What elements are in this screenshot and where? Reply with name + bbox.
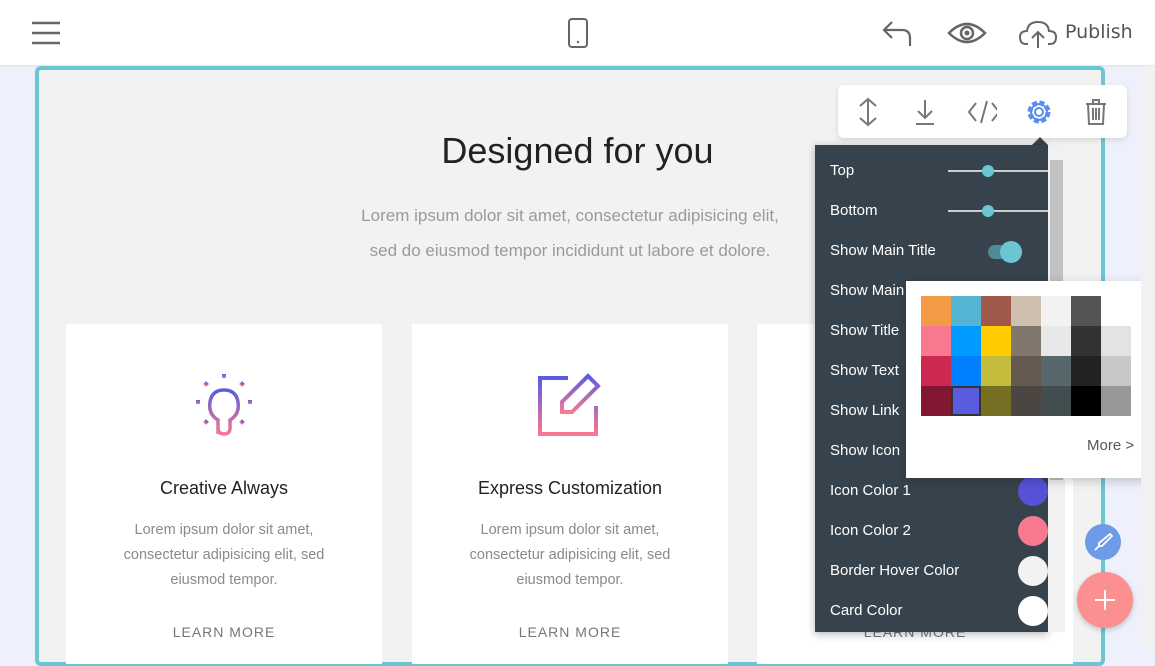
bottom-padding-slider[interactable] [948,205,1048,217]
color-swatch[interactable] [1041,326,1071,356]
color-swatch[interactable] [1101,386,1131,416]
card-color-label: Card Color [830,602,903,619]
color-swatch[interactable] [921,326,951,356]
color-swatch[interactable] [1101,356,1131,386]
feature-card[interactable]: Express Customization Lorem ipsum dolor … [412,324,728,664]
icon-color-1-label: Icon Color 1 [830,482,911,499]
lightbulb-icon [192,372,256,438]
color-swatch[interactable] [1011,296,1041,326]
card-color-swatch[interactable] [1018,596,1048,626]
learn-more-link[interactable]: LEARN MORE [66,624,382,640]
card-text: Lorem ipsum dolor sit amet, consectetur … [469,522,671,588]
color-swatch[interactable] [921,296,951,326]
border-hover-color-label: Border Hover Color [830,562,960,579]
edit-style-button[interactable] [1085,524,1121,560]
card-title: Express Customization [477,478,663,498]
show-icon-label: Show Icon [830,442,901,459]
learn-more-link[interactable]: LEARN MORE [412,624,728,640]
color-swatch[interactable] [1071,296,1101,326]
publish-button[interactable]: Publish [1065,21,1133,43]
gear-icon[interactable] [1024,97,1054,127]
top-bar: Publish [0,0,1155,65]
slider-thumb[interactable] [982,165,994,177]
move-vertical-icon[interactable] [853,97,883,127]
show-text-label: Show Text [830,362,899,379]
card-text: Lorem ipsum dolor sit amet, consectetur … [123,522,325,588]
page-scrollbar[interactable] [1141,66,1155,649]
color-swatch[interactable] [1041,386,1071,416]
bottom-padding-label: Bottom [830,202,878,219]
hamburger-menu-icon[interactable] [28,18,64,48]
show-main-label: Show Main [830,282,905,299]
color-swatch[interactable] [951,356,981,386]
feature-card[interactable]: Creative Always Lorem ipsum dolor sit am… [66,324,382,664]
color-swatch[interactable] [1011,356,1041,386]
color-swatch[interactable] [981,386,1011,416]
color-swatch[interactable] [951,386,981,416]
mobile-view-icon[interactable] [564,16,592,50]
color-swatch[interactable] [1011,386,1041,416]
show-main-title-toggle[interactable] [988,241,1022,263]
color-swatch[interactable] [1071,386,1101,416]
trash-icon[interactable] [1081,97,1111,127]
color-swatch[interactable] [1011,326,1041,356]
card-title: Creative Always [159,478,289,498]
edit-icon [536,372,602,438]
show-main-title-label: Show Main Title [830,242,936,259]
code-icon[interactable] [967,97,997,127]
add-block-button[interactable] [1077,572,1133,628]
color-swatch[interactable] [921,356,951,386]
top-padding-label: Top [830,162,855,179]
brush-icon [1094,532,1113,551]
color-swatch[interactable] [1071,356,1101,386]
preview-eye-icon[interactable] [946,18,988,48]
download-icon[interactable] [910,97,940,127]
cloud-upload-icon[interactable] [1018,17,1058,51]
color-swatch[interactable] [1101,326,1131,356]
block-toolbar [838,85,1127,138]
icon-color-2-label: Icon Color 2 [830,522,911,539]
undo-icon[interactable] [880,16,914,50]
color-swatch[interactable] [981,296,1011,326]
color-swatch[interactable] [1041,356,1071,386]
color-swatch[interactable] [1041,296,1071,326]
color-swatch[interactable] [981,356,1011,386]
color-swatch[interactable] [951,326,981,356]
plus-icon [1095,590,1115,610]
color-swatch[interactable] [981,326,1011,356]
color-swatch[interactable] [1071,326,1101,356]
icon-color-1-swatch[interactable] [1018,476,1048,506]
color-swatch[interactable] [921,386,951,416]
color-swatch[interactable] [951,296,981,326]
border-hover-color-swatch[interactable] [1018,556,1048,586]
slider-thumb[interactable] [982,205,994,217]
top-padding-slider[interactable] [948,165,1048,177]
show-title-label: Show Title [830,322,900,339]
more-colors-link[interactable]: More > [1087,437,1134,454]
show-link-label: Show Link [830,402,900,419]
icon-color-2-swatch[interactable] [1018,516,1048,546]
